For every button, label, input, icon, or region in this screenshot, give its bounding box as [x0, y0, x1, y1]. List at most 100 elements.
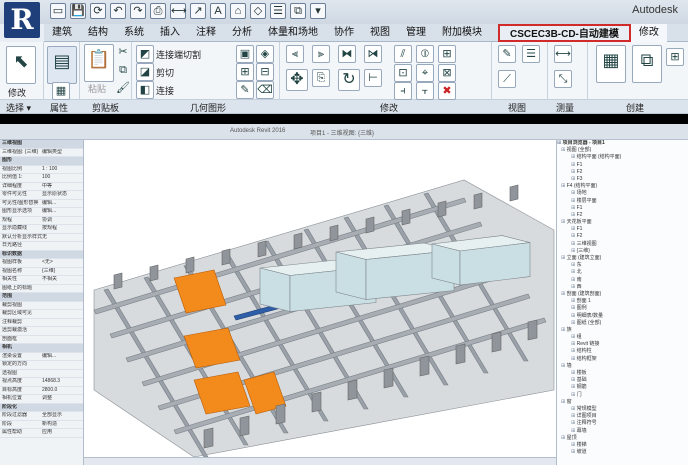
- browser-item[interactable]: 钢筋: [557, 384, 688, 391]
- create-assembly-icon[interactable]: ▦: [596, 45, 626, 83]
- unpin-icon[interactable]: ⊠: [438, 64, 456, 82]
- property-row[interactable]: 图形: [0, 157, 83, 166]
- copy-element-icon[interactable]: ⎘: [312, 69, 330, 87]
- create-group-icon[interactable]: ⊞: [666, 48, 684, 66]
- tab-12[interactable]: 修改: [630, 23, 667, 42]
- property-row[interactable]: 远剪裁激活: [0, 327, 83, 336]
- tab-6[interactable]: 体量和场地: [260, 24, 326, 42]
- browser-item[interactable]: 结构平面 (结构平面): [557, 154, 688, 161]
- undo-icon[interactable]: ↶: [110, 3, 126, 19]
- open-icon[interactable]: ▭: [50, 3, 66, 19]
- join-icon[interactable]: ◧: [136, 81, 154, 99]
- property-row[interactable]: 注释裁剪: [0, 319, 83, 327]
- array-icon[interactable]: ⊞: [438, 45, 456, 63]
- property-row[interactable]: 透视图: [0, 370, 83, 378]
- cut-icon[interactable]: ✂: [114, 44, 132, 62]
- redo-icon[interactable]: ↷: [130, 3, 146, 19]
- align-icon[interactable]: ⫷: [286, 45, 304, 63]
- modify-arrow-icon[interactable]: ⬉: [6, 46, 36, 84]
- default-3d-icon[interactable]: ⌂: [230, 3, 246, 19]
- property-row[interactable]: 目标高度 2800.0: [0, 387, 83, 395]
- match-icon[interactable]: 🖌: [114, 80, 132, 98]
- linework-icon[interactable]: ✎: [236, 81, 254, 99]
- browser-item[interactable]: 结构框架: [557, 356, 688, 363]
- property-row[interactable]: 范围: [0, 293, 83, 302]
- browser-item[interactable]: F1: [557, 162, 688, 169]
- copy-icon[interactable]: ⧉: [114, 62, 132, 80]
- property-row[interactable]: 日光路径: [0, 242, 83, 251]
- scale-icon[interactable]: ⊡: [394, 64, 412, 82]
- hide-icon[interactable]: ✎: [498, 45, 516, 63]
- browser-item[interactable]: 南: [557, 277, 688, 284]
- tab-3[interactable]: 插入: [152, 24, 188, 42]
- demolish-icon[interactable]: ⊟: [256, 63, 274, 81]
- browser-item[interactable]: 场地: [557, 190, 688, 197]
- property-row[interactable]: 视图名称 {三维}: [0, 268, 83, 276]
- property-row[interactable]: 比例值 1: 100: [0, 174, 83, 183]
- offset-icon[interactable]: ⫸: [312, 45, 330, 63]
- browser-item[interactable]: 屋顶: [557, 435, 688, 442]
- save-icon[interactable]: 💾: [70, 3, 86, 19]
- delete-icon[interactable]: ✖: [438, 82, 456, 100]
- remove-paint-icon[interactable]: ⌫: [256, 81, 274, 99]
- browser-item[interactable]: F1: [557, 205, 688, 212]
- revit-logo[interactable]: R: [4, 2, 40, 38]
- trim-icon[interactable]: ⊢: [364, 69, 382, 87]
- property-row[interactable]: 视图比例 1 : 100: [0, 166, 83, 174]
- browser-item[interactable]: 坡道: [557, 449, 688, 456]
- property-row[interactable]: 详细程度 中等: [0, 183, 83, 191]
- property-row[interactable]: 阶段 新构造: [0, 421, 83, 429]
- tab-2[interactable]: 系统: [116, 24, 152, 42]
- property-row[interactable]: 三维视图: {三维} 编辑类型: [0, 149, 83, 157]
- move-icon[interactable]: ✥: [286, 69, 308, 91]
- split-gap-icon[interactable]: ⦶: [416, 45, 434, 63]
- browser-item[interactable]: 楼层平面: [557, 198, 688, 205]
- wall-joins-icon[interactable]: ⊞: [236, 63, 254, 81]
- property-row[interactable]: 图形显示选项 编辑...: [0, 208, 83, 217]
- create-parts-icon[interactable]: ⧉: [632, 45, 662, 83]
- browser-item[interactable]: 幕墙: [557, 428, 688, 435]
- join-label[interactable]: 连接: [156, 84, 174, 97]
- property-row[interactable]: 渲染设置 编辑...: [0, 353, 83, 361]
- window-icon[interactable]: ⧉: [290, 3, 306, 19]
- tab-0[interactable]: 建筑: [44, 24, 80, 42]
- property-row[interactable]: 相机: [0, 344, 83, 353]
- tab-1[interactable]: 结构: [80, 24, 116, 42]
- property-row[interactable]: 显示隐藏线 按规程: [0, 225, 83, 234]
- sync-icon[interactable]: ⟳: [90, 3, 106, 19]
- property-row[interactable]: 零件可见性 显示原状态: [0, 191, 83, 200]
- property-row[interactable]: 锁定的方向: [0, 361, 83, 370]
- linework-view-icon[interactable]: ⟋: [498, 70, 516, 88]
- cut-geometry-label[interactable]: 剪切: [156, 66, 174, 79]
- browser-item[interactable]: 图例: [557, 305, 688, 312]
- browser-item[interactable]: 楼梯: [557, 442, 688, 449]
- property-row[interactable]: 剖面框: [0, 336, 83, 344]
- tab-11[interactable]: CSCEC3B-CD-自动建模: [498, 23, 631, 42]
- browser-item[interactable]: 北: [557, 269, 688, 276]
- tab-4[interactable]: 注释: [188, 24, 224, 42]
- property-row[interactable]: 视点高度 14868.3: [0, 378, 83, 387]
- browser-item[interactable]: 结构柱: [557, 348, 688, 355]
- dropdown-icon[interactable]: ▾: [310, 3, 326, 19]
- cut-geometry-icon[interactable]: ◪: [136, 63, 154, 81]
- mirror-pick-icon[interactable]: ⧓: [338, 45, 356, 63]
- browser-item[interactable]: F2: [557, 233, 688, 240]
- section-icon[interactable]: ◇: [250, 3, 266, 19]
- select-panel-title[interactable]: 选择 ▾: [6, 101, 31, 114]
- browser-item[interactable]: 图纸 (全部): [557, 320, 688, 327]
- split-icon[interactable]: ⫽: [394, 45, 412, 63]
- split-face-icon[interactable]: ▣: [236, 45, 254, 63]
- print-icon[interactable]: ⎙: [150, 3, 166, 19]
- text-icon[interactable]: A: [210, 3, 226, 19]
- measure-tool-icon[interactable]: ⟷: [554, 45, 572, 63]
- properties-icon[interactable]: ▤: [47, 46, 77, 84]
- join-cut-icon[interactable]: ◩: [136, 45, 154, 63]
- browser-item[interactable]: 墙: [557, 363, 688, 370]
- property-row[interactable]: 相关性 不相关: [0, 276, 83, 285]
- 3d-viewport[interactable]: [84, 140, 556, 457]
- browser-item[interactable]: F1: [557, 226, 688, 233]
- browser-item[interactable]: 门: [557, 392, 688, 399]
- browser-item[interactable]: F2: [557, 169, 688, 176]
- paste-icon[interactable]: 📋: [84, 44, 114, 82]
- override-icon[interactable]: ☰: [522, 45, 540, 63]
